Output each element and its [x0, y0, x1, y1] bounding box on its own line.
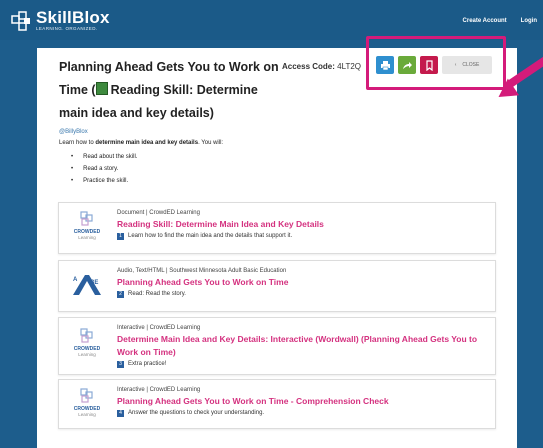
card-title-link[interactable]: Determine Main Idea and Key Details: Int…: [117, 333, 487, 359]
card-description: Extra practice!: [128, 361, 167, 367]
top-bar: SkillBlox LEARNING. ORGANIZED. Create Ac…: [0, 0, 543, 40]
crowded-logo-icon: CROWDED Learning: [74, 388, 101, 417]
step-number-badge: 4: [117, 409, 124, 417]
step-number-badge: 1: [117, 232, 124, 240]
create-account-link[interactable]: Create Account: [463, 18, 507, 24]
list-item: Read about the skill.: [71, 154, 137, 166]
card-description: Learn how to find the main idea and the …: [128, 233, 293, 239]
abe-logo-icon: BE A: [73, 275, 101, 295]
crowded-logo-icon: CROWDED Learning: [74, 211, 101, 240]
card-title-link[interactable]: Planning Ahead Gets You to Work on Time: [117, 276, 487, 289]
step-number-badge: 2: [117, 290, 124, 298]
card-meta: Audio, Text/HTML | Southwest Minnesota A…: [117, 268, 287, 274]
list-item: Practice the skill.: [71, 178, 137, 190]
logo-name: SkillBlox: [36, 8, 110, 27]
logo-icon: [11, 10, 30, 31]
book-icon: [95, 82, 108, 95]
login-link[interactable]: Login: [521, 18, 537, 24]
svg-text:Learning: Learning: [78, 235, 96, 240]
card-description: Read: Read the story.: [128, 291, 186, 297]
card-title-link[interactable]: Planning Ahead Gets You to Work on Time …: [117, 395, 487, 408]
skillblox-logo[interactable]: SkillBlox LEARNING. ORGANIZED.: [10, 9, 110, 32]
step-number-badge: 3: [117, 360, 124, 368]
resource-card-4[interactable]: CROWDED Learning Interactive | CrowdED L…: [58, 379, 496, 429]
logo-tagline: LEARNING. ORGANIZED.: [36, 26, 98, 31]
card-title-link[interactable]: Reading Skill: Determine Main Idea and K…: [117, 218, 487, 231]
card-description: Answer the questions to check your under…: [128, 410, 265, 416]
resource-card-2[interactable]: BE A Audio, Text/HTML | Southwest Minnes…: [58, 260, 496, 312]
collection-page: Planning Ahead Gets You to Work on Time …: [37, 48, 517, 448]
author-handle[interactable]: @BillyBlox: [59, 129, 88, 135]
list-item: Read a story.: [71, 166, 137, 178]
card-meta: Interactive | CrowdED Learning: [117, 325, 201, 331]
page-title: Planning Ahead Gets You to Work on Time …: [59, 60, 279, 120]
svg-text:Learning: Learning: [78, 412, 96, 417]
svg-text:Learning: Learning: [78, 352, 96, 357]
objectives-list: Read about the skill. Read a story. Prac…: [71, 154, 137, 190]
resource-card-3[interactable]: CROWDED Learning Interactive | CrowdED L…: [58, 317, 496, 375]
toolbar-highlight: [366, 36, 506, 90]
svg-text:A: A: [73, 277, 78, 283]
resource-card-1[interactable]: CROWDED Learning Document | CrowdED Lear…: [58, 202, 496, 254]
access-code: Access Code: 4LT2Q: [282, 62, 362, 71]
intro-text: Learn how to determine main idea and key…: [59, 140, 224, 146]
card-meta: Interactive | CrowdED Learning: [117, 387, 201, 393]
card-meta: Document | CrowdED Learning: [117, 210, 200, 216]
svg-text:BE: BE: [90, 280, 98, 286]
crowded-logo-icon: CROWDED Learning: [74, 328, 101, 357]
